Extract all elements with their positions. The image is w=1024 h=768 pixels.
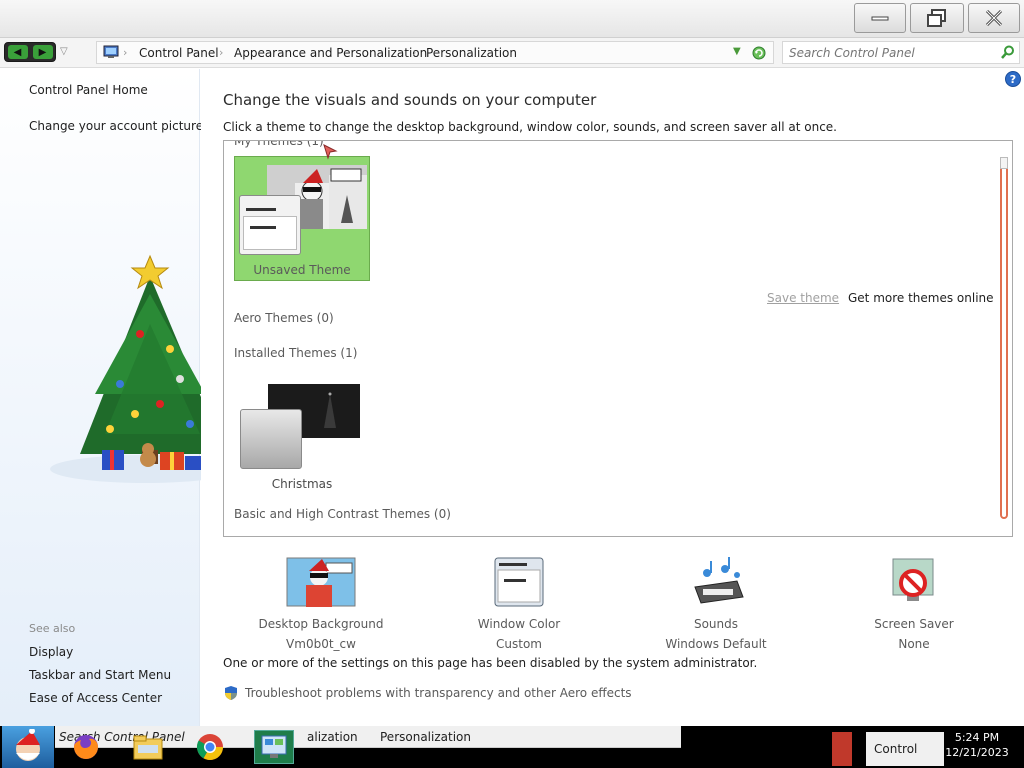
breadcrumb-personalization[interactable]: Personalization	[426, 46, 517, 60]
theme-window-preview	[239, 195, 301, 255]
control-panel-icon	[103, 45, 119, 58]
taskbar-chrome[interactable]	[192, 730, 228, 764]
troubleshoot-link[interactable]: Troubleshoot problems with transparency …	[223, 685, 632, 701]
help-icon[interactable]: ?	[1005, 71, 1021, 87]
sounds-icon	[681, 557, 751, 607]
ease-of-access-link[interactable]: Ease of Access Center	[29, 691, 162, 705]
address-dropdown-icon[interactable]: ▼	[733, 46, 741, 57]
breadcrumb-separator: ›	[412, 46, 417, 59]
theme-unsaved-label: Unsaved Theme	[253, 263, 351, 277]
see-also-label: See also	[29, 622, 76, 635]
screen-saver-label: Screen Saver	[874, 617, 954, 631]
address-bar[interactable]: › Control Panel › Appearance and Persona…	[96, 41, 774, 64]
forward-button[interactable]: ▶	[32, 45, 53, 59]
restore-icon	[927, 9, 946, 27]
display-link[interactable]: Display	[29, 645, 73, 659]
window-title-bar	[0, 0, 1024, 38]
system-clock[interactable]: 5:24 PM 12/21/2023	[944, 730, 1010, 760]
minimize-button[interactable]	[854, 3, 906, 33]
theme-christmas-window-preview	[240, 409, 302, 469]
close-button[interactable]	[968, 3, 1020, 33]
screen-saver-icon	[879, 557, 949, 607]
back-forward-buttons: ◀ ▶	[4, 42, 56, 62]
chrome-icon	[196, 734, 224, 761]
taskbar-breadcrumb-fragment: alization	[307, 730, 358, 744]
theme-list-scrollbar[interactable]	[1000, 157, 1008, 519]
control-panel-taskbar-icon	[261, 735, 287, 758]
restore-button[interactable]	[910, 3, 964, 33]
control-panel-home-link[interactable]: Control Panel Home	[29, 83, 148, 97]
refresh-icon[interactable]	[751, 45, 767, 61]
search-icon[interactable]	[1001, 45, 1015, 59]
window-color-setting[interactable]: Window Color Custom	[449, 557, 589, 651]
screen-saver-setting[interactable]: Screen Saver None	[844, 557, 984, 651]
mouse-pointer-icon	[323, 144, 338, 160]
theme-christmas-label: Christmas	[271, 477, 333, 491]
tray-icon-red[interactable]	[832, 732, 852, 766]
desktop-background-setting[interactable]: Desktop Background Vm0b0t_cw	[251, 557, 391, 651]
sounds-label: Sounds	[693, 617, 739, 631]
theme-christmas[interactable]: Christmas	[234, 377, 370, 492]
window-color-icon	[484, 557, 554, 607]
start-button[interactable]	[2, 726, 54, 768]
file-explorer-icon	[133, 735, 163, 760]
main-content: ? Change the visuals and sounds on your …	[201, 69, 1024, 726]
scrollbar-up-arrow[interactable]	[1000, 157, 1008, 169]
theme-unsaved[interactable]: Unsaved Theme	[234, 144, 370, 281]
desktop-background-value: Vm0b0t_cw	[286, 637, 356, 651]
sounds-value: Windows Default	[665, 637, 767, 651]
tray-control-text: Control	[874, 742, 918, 756]
recent-pages-dropdown[interactable]: ▽	[60, 46, 68, 57]
theme-list[interactable]: My Themes (1) Unsaved Theme Save theme G…	[223, 140, 1013, 537]
group-basic-themes: Basic and High Contrast Themes (0)	[234, 507, 451, 521]
policy-disabled-notice: One or more of the settings on this page…	[223, 656, 758, 670]
group-aero-themes: Aero Themes (0)	[234, 311, 334, 325]
taskbar-start-menu-link[interactable]: Taskbar and Start Menu	[29, 668, 171, 682]
breadcrumb-separator: ›	[123, 46, 128, 59]
desktop-background-icon	[286, 557, 356, 607]
clock-date: 12/21/2023	[945, 746, 1009, 759]
minimize-icon	[871, 16, 889, 21]
navigation-bar: ◀ ▶ ▽ › Control Panel › Appearance and P…	[0, 38, 1024, 68]
taskbar-control-panel[interactable]	[254, 730, 294, 764]
desktop-background-label: Desktop Background	[258, 617, 384, 631]
screen-saver-value: None	[898, 637, 930, 651]
back-button[interactable]: ◀	[7, 45, 28, 59]
clock-time: 5:24 PM	[954, 731, 1000, 744]
taskbar-firefox[interactable]	[68, 730, 104, 764]
close-icon	[985, 9, 1003, 27]
left-navigation-pane: Control Panel Home Change your account p…	[0, 69, 240, 726]
taskbar-file-explorer[interactable]	[130, 730, 166, 764]
change-account-picture-link[interactable]: Change your account picture	[29, 119, 203, 133]
window-color-label: Window Color	[477, 617, 561, 631]
firefox-icon	[74, 735, 98, 759]
breadcrumb-appearance[interactable]: Appearance and Personalization	[234, 46, 427, 60]
page-instructions: Click a theme to change the desktop back…	[223, 120, 837, 134]
get-more-themes-link[interactable]: Get more themes online	[848, 291, 994, 305]
santa-start-icon	[16, 729, 40, 761]
group-my-themes: My Themes (1)	[234, 140, 324, 148]
save-theme-link[interactable]: Save theme	[767, 291, 839, 305]
taskbar-personalization-fragment: Personalization	[380, 730, 471, 744]
window-color-value: Custom	[496, 637, 542, 651]
sounds-setting[interactable]: Sounds Windows Default	[646, 557, 786, 651]
breadcrumb-control-panel[interactable]: Control Panel	[139, 46, 219, 60]
breadcrumb-separator: ›	[219, 46, 224, 59]
page-title: Change the visuals and sounds on your co…	[223, 91, 597, 109]
shield-icon	[225, 686, 237, 700]
tray-window-preview[interactable]: Control	[866, 732, 944, 766]
troubleshoot-text: Troubleshoot problems with transparency …	[245, 686, 632, 700]
group-installed-themes: Installed Themes (1)	[234, 346, 358, 360]
taskbar: Search Control Panel alization Personali…	[0, 726, 1024, 768]
search-box[interactable]	[782, 41, 1020, 64]
search-input[interactable]	[789, 43, 989, 63]
